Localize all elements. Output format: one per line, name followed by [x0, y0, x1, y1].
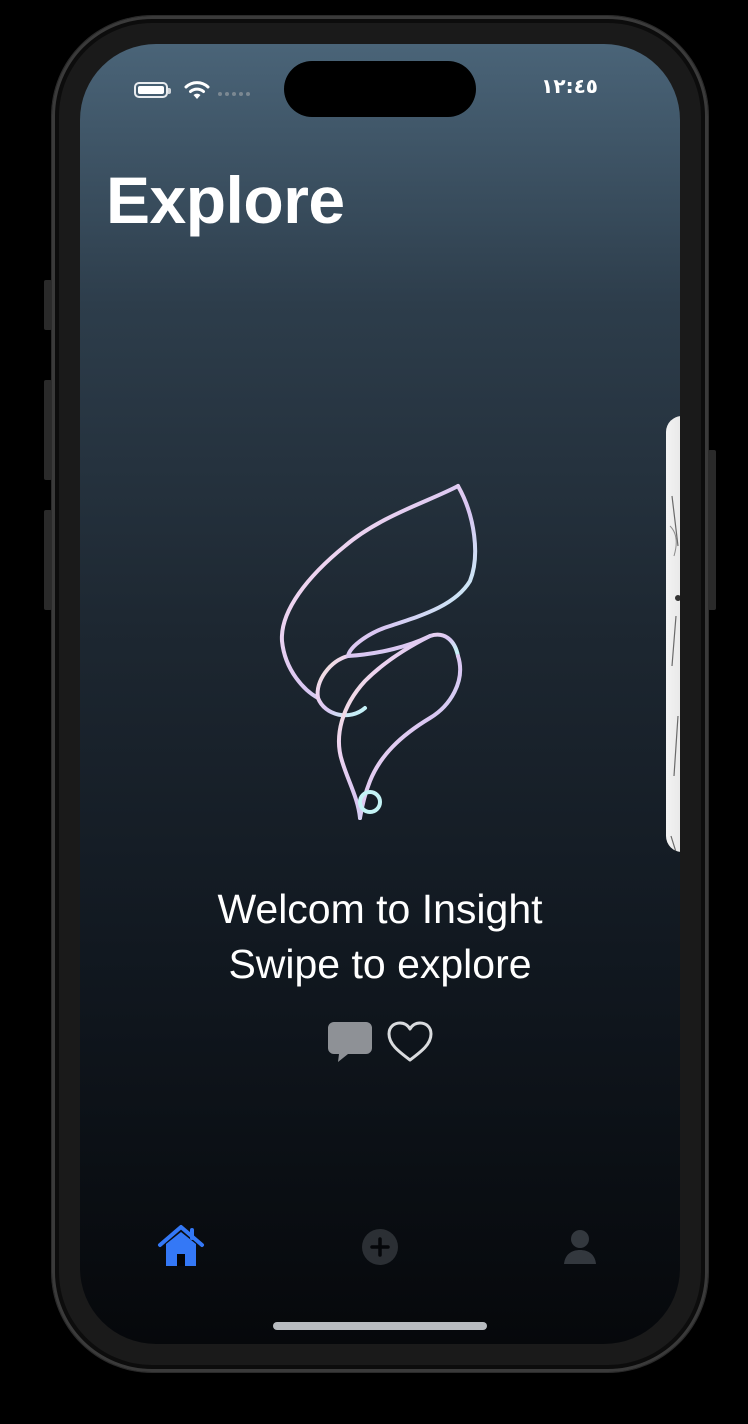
power-button	[708, 450, 716, 610]
volume-down-button	[44, 510, 52, 610]
device-stage: ١٢:٤٥ Explore Welcom to Insight Swipe to…	[0, 0, 748, 1424]
plus-circle-icon[interactable]	[355, 1222, 405, 1272]
heart-outline-icon[interactable]	[386, 1020, 434, 1064]
next-card-peek[interactable]	[666, 416, 680, 852]
logo-dot	[358, 790, 382, 814]
status-bar: ١٢:٤٥	[80, 44, 680, 134]
cellular-dots-icon	[218, 90, 252, 98]
dynamic-island	[284, 61, 476, 117]
home-indicator[interactable]	[273, 1322, 487, 1330]
volume-up-button	[44, 380, 52, 480]
page-title: Explore	[106, 163, 345, 237]
welcome-message: Welcom to Insight Swipe to explore	[80, 882, 680, 992]
battery-full-icon	[134, 82, 171, 98]
insight-flame-logo	[279, 484, 478, 820]
house-icon[interactable]	[156, 1222, 206, 1272]
mute-switch	[44, 280, 52, 330]
welcome-line-1: Welcom to Insight	[217, 886, 543, 932]
app-screen: ١٢:٤٥ Explore Welcom to Insight Swipe to…	[80, 44, 680, 1344]
status-time: ١٢:٤٥	[541, 74, 598, 98]
post-actions	[326, 1020, 434, 1068]
welcome-line-2: Swipe to explore	[228, 941, 532, 987]
speech-bubble-icon[interactable]	[326, 1020, 374, 1064]
wifi-icon	[184, 81, 210, 99]
person-icon[interactable]	[555, 1222, 605, 1272]
tab-bar	[80, 1222, 680, 1272]
